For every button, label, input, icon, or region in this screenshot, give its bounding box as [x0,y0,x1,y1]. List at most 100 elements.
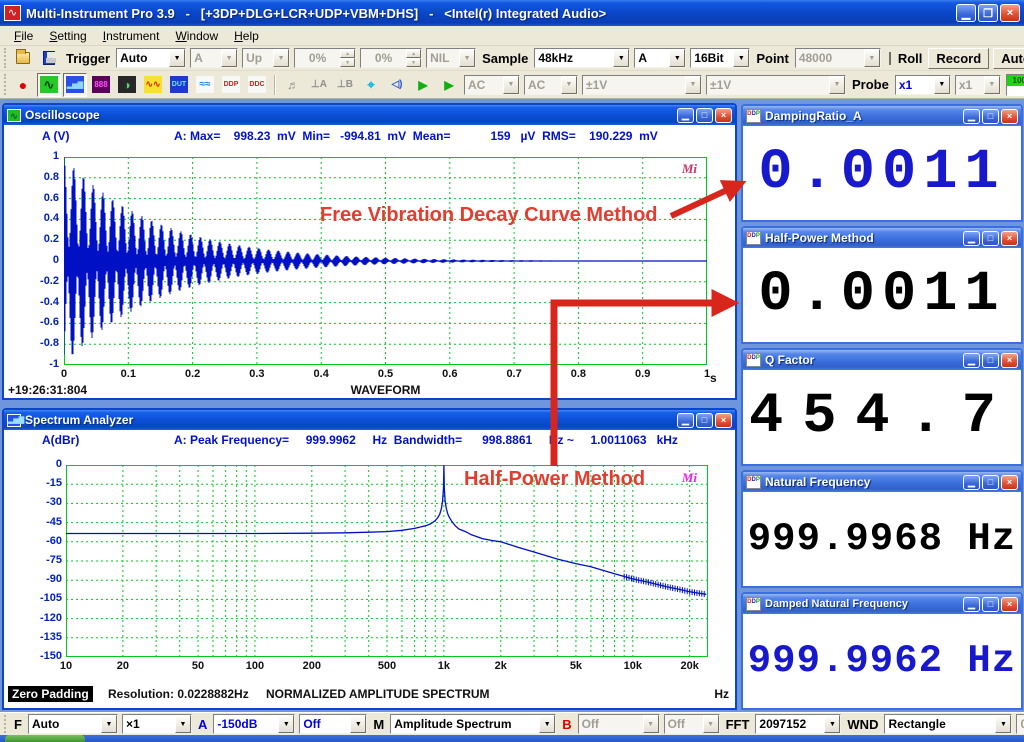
device-test-plan-icon[interactable]: DUT [167,73,191,97]
chevron-down-icon: ▼ [984,76,1000,94]
spectrum-3d-plot-icon[interactable]: ◑ [115,73,139,97]
minimize-button[interactable]: ▁ [956,4,976,22]
signal-generator-icon[interactable]: ∿∿ [141,73,165,97]
a-range-select[interactable]: -150dB▼ [213,714,295,734]
play-icon[interactable]: ▶ [411,73,435,97]
panel-titlebar[interactable]: DDP Q Factor ▁ □ × [743,350,1021,370]
axis-tick-label: -75 [8,554,62,566]
probe-label: Probe [848,77,893,92]
taskbar-start-fragment [5,735,85,742]
fft-size-select[interactable]: 2097152▼ [755,714,841,734]
damped-natural-frequency-panel: DDP Damped Natural Frequency ▁ □ × 999.9… [741,592,1023,710]
spectrum-plot [66,465,708,657]
close-button[interactable]: × [1000,4,1020,22]
spectrum-analyzer-icon: ▂▅▇ [7,414,21,427]
axis-tick-label: -0.2 [4,275,59,287]
maximize-button[interactable]: □ [982,109,999,124]
panel-titlebar[interactable]: DDP Natural Frequency ▁ □ × [743,472,1021,492]
trigger-mode-select[interactable]: Auto▼ [116,48,186,68]
maximize-button[interactable]: □ [982,353,999,368]
menu-setting[interactable]: Setting [41,27,94,45]
minimize-button[interactable]: ▁ [963,597,980,612]
multimeter-icon[interactable]: 888 [89,73,113,97]
spectrum-titlebar[interactable]: ▂▅▇ Spectrum Analyzer ▁ □ × [4,410,735,430]
record-icon[interactable]: ● [11,73,35,97]
sample-channel-select[interactable]: A▼ [634,48,686,68]
b-range-select: Off▼ [578,714,660,734]
play-loop-icon[interactable]: ▶ [437,73,461,97]
maximize-button[interactable]: □ [696,413,713,428]
minimize-button[interactable]: ▁ [677,413,694,428]
oscilloscope-icon[interactable]: ∿ [37,73,61,97]
trigger-label: Trigger [62,51,114,66]
panel-value: 0.0011 [758,263,1005,327]
save-file-button[interactable] [37,46,61,70]
panel-title: Damped Natural Frequency [765,598,961,610]
axis-tick-label: -1 [4,358,59,370]
panel-titlebar[interactable]: DDP DampingRatio_A ▁ □ × [743,106,1021,126]
close-button[interactable]: × [1001,597,1018,612]
multi-wave-icon[interactable]: ≈≈ [193,73,217,97]
spectrum-toolbar: F Auto▼ ×1▼ A -150dB▼ Off▼ M Amplitude S… [0,712,1024,735]
record-button[interactable]: Record [928,48,989,69]
auto-button[interactable]: Auto [993,48,1024,69]
toolbar-grip[interactable] [4,48,6,67]
spectrum-axis-title: NORMALIZED AMPLITUDE SPECTRUM [266,687,490,701]
calibration-icon: ♬ [281,73,305,97]
sample-bits-select[interactable]: 16Bit▼ [690,48,750,68]
math-label: M [369,717,388,732]
probe-a-select[interactable]: x1▼ [895,75,951,95]
toolbar-grip[interactable] [4,74,6,96]
menu-help[interactable]: Help [226,27,267,45]
axis-tick-label: 0.9 [623,368,663,380]
sample-rate-select[interactable]: 48kHz▼ [534,48,630,68]
close-button[interactable]: × [1001,353,1018,368]
trigger-level-spinner: 0%▲▼ [294,48,356,68]
close-button[interactable]: × [715,413,732,428]
ddp-viewer-icon[interactable]: DDP [219,73,243,97]
spectrum-analyzer-icon[interactable]: ▂▅▇ [63,73,87,97]
axis-tick-label: -0.4 [4,296,59,308]
panel-titlebar[interactable]: DDP Damped Natural Frequency ▁ □ × [743,594,1021,614]
probe-pick-icon[interactable]: ⌖ [359,73,383,97]
maximize-button[interactable]: □ [982,597,999,612]
maximize-button[interactable]: □ [982,231,999,246]
range-b-select: ±1V▼ [706,75,846,95]
menu-instrument[interactable]: Instrument [95,27,168,45]
panel-titlebar[interactable]: DDP Half-Power Method ▁ □ × [743,228,1021,248]
axis-tick-label: 500 [367,660,407,672]
app-icon: ∿ [4,5,21,21]
fscale-mode-select[interactable]: Auto▼ [28,714,118,734]
open-file-button[interactable] [11,46,35,70]
chevron-down-icon: ▼ [278,715,294,733]
close-button[interactable]: × [1001,109,1018,124]
menu-file[interactable]: File [6,27,41,45]
minimize-button[interactable]: ▁ [963,353,980,368]
menu-window[interactable]: Window [167,27,226,45]
a-mode-select[interactable]: Off▼ [299,714,367,734]
minimize-button[interactable]: ▁ [963,475,980,490]
app-title: Multi-Instrument Pro 3.9 - [+3DP+DLG+LCR… [26,6,954,21]
minimize-button[interactable]: ▁ [677,108,694,123]
ddc-icon[interactable]: DDC [245,73,269,97]
close-button[interactable]: × [715,108,732,123]
axis-tick-label: 0.4 [4,212,59,224]
minimize-button[interactable]: ▁ [963,231,980,246]
chevron-down-icon: ▼ [221,49,237,67]
roll-checkbox[interactable] [889,52,891,65]
close-button[interactable]: × [1001,231,1018,246]
maximize-button[interactable]: □ [982,475,999,490]
m-mode-select[interactable]: Amplitude Spectrum▼ [390,714,556,734]
close-button[interactable]: × [1001,475,1018,490]
fscale-mult-select[interactable]: ×1▼ [122,714,192,734]
panel-value: 0.0011 [758,141,1005,205]
maximize-button[interactable]: □ [696,108,713,123]
restore-button[interactable]: ❐ [978,4,998,22]
speaker-icon[interactable]: ◁) [385,73,409,97]
ddp-icon: DDP [746,475,761,489]
wnd-type-select[interactable]: Rectangle▼ [884,714,1012,734]
oscilloscope-titlebar[interactable]: ∿ Oscilloscope ▁ □ × [4,105,735,125]
chevron-down-icon: ▼ [613,49,629,67]
minimize-button[interactable]: ▁ [963,109,980,124]
toolbar-grip[interactable] [4,715,6,733]
